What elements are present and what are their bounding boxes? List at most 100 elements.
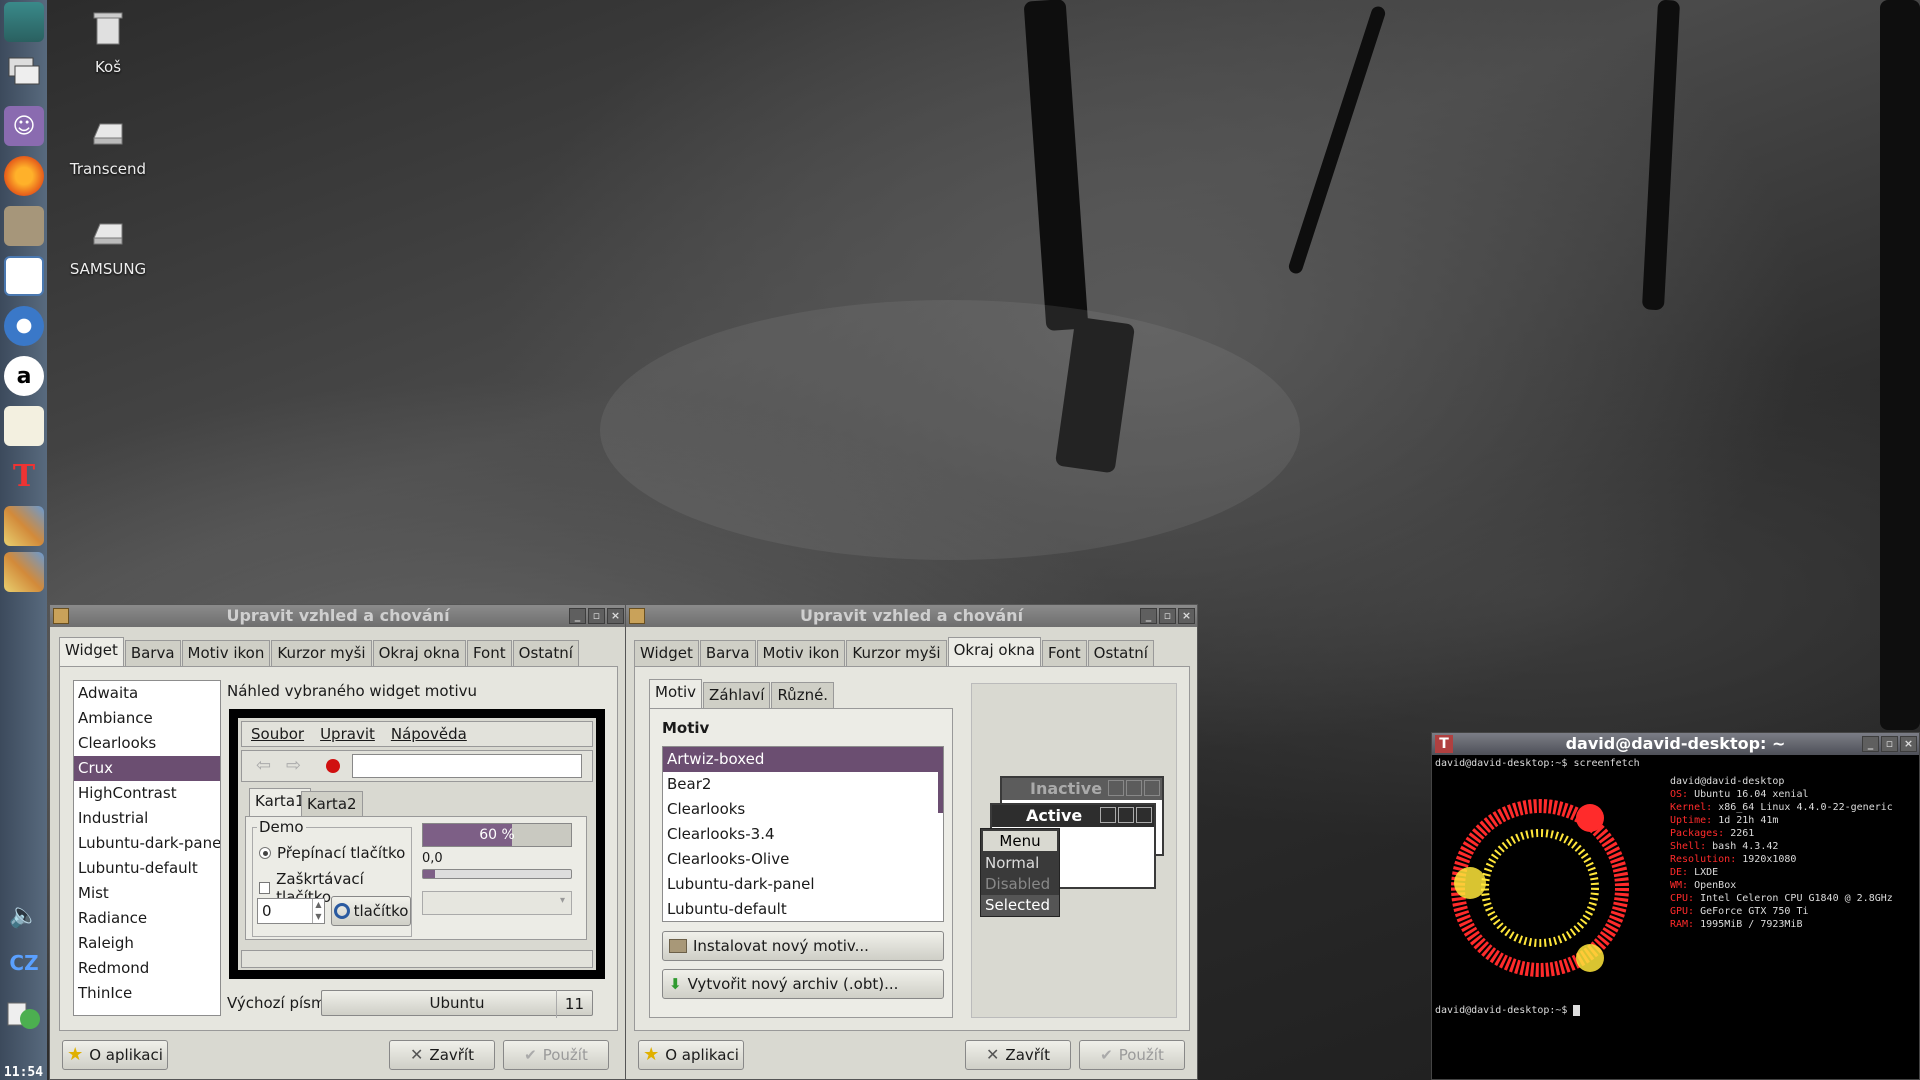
- network-icon[interactable]: [4, 995, 44, 1035]
- windows-icon[interactable]: [4, 52, 44, 92]
- palette-icon[interactable]: [4, 506, 44, 546]
- info-row: OS: Ubuntu 16.04 xenial: [1670, 789, 1809, 800]
- list-item[interactable]: Lubuntu-default: [74, 856, 220, 881]
- apply-button[interactable]: ✔ Použít: [503, 1040, 609, 1070]
- back-icon[interactable]: ⇦: [256, 755, 271, 776]
- record-icon[interactable]: [326, 759, 340, 773]
- desktop-item-trash[interactable]: Koš: [53, 8, 163, 76]
- scrollbar[interactable]: [938, 747, 943, 813]
- terminal-window: T david@david-desktop: ~ _ ▫ × david@dav…: [1431, 732, 1920, 1080]
- pidgin-icon[interactable]: ☺: [4, 106, 44, 146]
- texmaker-icon[interactable]: T: [4, 456, 44, 496]
- subtab-ruzne[interactable]: Různé.: [771, 682, 835, 708]
- list-item[interactable]: Lubuntu-dark-panel: [74, 831, 220, 856]
- list-item-selected[interactable]: Artwiz-boxed: [663, 747, 943, 772]
- close-icon[interactable]: ×: [1178, 608, 1195, 624]
- close-button[interactable]: ✕ Zavřít: [389, 1040, 495, 1070]
- wm-theme-list[interactable]: Artwiz-boxed Bear2 Clearlooks Clearlooks…: [662, 746, 944, 922]
- tab-okraj-okna[interactable]: Okraj okna: [947, 637, 1041, 666]
- tab-barva[interactable]: Barva: [699, 640, 756, 666]
- list-item[interactable]: Clearlooks: [74, 731, 220, 756]
- subtab-zahlavi[interactable]: Záhlaví: [703, 682, 771, 708]
- menu-upravit[interactable]: Upravit: [320, 722, 375, 746]
- desktop-item-transcend[interactable]: Transcend: [53, 110, 163, 178]
- list-item[interactable]: Clearlooks-3.4: [663, 822, 943, 847]
- desktop-item-label: Transcend: [69, 160, 147, 178]
- tab-kurzor-mysi[interactable]: Kurzor myši: [846, 640, 947, 666]
- create-archive-button[interactable]: ⬇ Vytvořit nový archiv (.obt)...: [662, 969, 944, 999]
- tab-widget[interactable]: Widget: [59, 637, 124, 666]
- desktop-item-samsung[interactable]: SAMSUNG: [53, 210, 163, 278]
- terminal-content[interactable]: david@david-desktop:~$ screenfetch david…: [1432, 755, 1919, 1079]
- close-icon[interactable]: ×: [1900, 736, 1917, 752]
- title-bar[interactable]: T david@david-desktop: ~ _ ▫ ×: [1432, 733, 1919, 755]
- tab-font[interactable]: Font: [1041, 640, 1087, 666]
- firefox-icon[interactable]: [4, 156, 44, 196]
- minimize-button[interactable]: _: [569, 608, 586, 624]
- scale-slider[interactable]: [422, 869, 572, 879]
- tab-widget[interactable]: Widget: [634, 640, 699, 666]
- menu-title: Menu: [983, 831, 1057, 851]
- list-item[interactable]: Raleigh: [74, 931, 220, 956]
- minimize-button[interactable]: _: [1140, 608, 1157, 624]
- maximize-button[interactable]: ▫: [1159, 608, 1176, 624]
- title-bar[interactable]: Upravit vzhled a chování _ ▫ ×: [626, 605, 1197, 627]
- tab-font[interactable]: Font: [466, 640, 512, 666]
- minimize-button[interactable]: _: [1862, 736, 1879, 752]
- preview-entry[interactable]: [352, 754, 582, 778]
- list-item[interactable]: Redmond: [74, 956, 220, 981]
- amazon-icon[interactable]: a: [4, 356, 44, 396]
- preview-button[interactable]: tlačítko: [331, 896, 411, 926]
- text-editor-icon[interactable]: [4, 406, 44, 446]
- close-icon[interactable]: ×: [607, 608, 624, 624]
- combo-box[interactable]: ▾: [422, 891, 572, 915]
- tab-kurzor-mysi[interactable]: Kurzor myši: [271, 640, 372, 666]
- list-item[interactable]: Clearlooks: [663, 797, 943, 822]
- list-item[interactable]: Lubuntu-dark-panel: [663, 872, 943, 897]
- window-title: david@david-desktop: ~: [1565, 734, 1786, 753]
- tab-barva[interactable]: Barva: [124, 640, 181, 666]
- close-button[interactable]: ✕ Zavřít: [965, 1040, 1071, 1070]
- tab-motiv-ikon[interactable]: Motiv ikon: [181, 640, 271, 666]
- list-item[interactable]: Industrial: [74, 806, 220, 831]
- menu-napoveda[interactable]: Nápověda: [391, 722, 467, 746]
- list-item-selected[interactable]: Crux: [74, 756, 220, 781]
- spin-button[interactable]: 0 ▲ ▼: [257, 898, 325, 924]
- install-theme-button[interactable]: Instalovat nový motiv...: [662, 931, 944, 961]
- preview-tab-karta2[interactable]: Karta2: [301, 791, 363, 817]
- chromium-icon[interactable]: [4, 306, 44, 346]
- apply-button[interactable]: ✔ Použít: [1079, 1040, 1185, 1070]
- tab-ostatni[interactable]: Ostatní: [1087, 640, 1154, 666]
- title-bar[interactable]: Upravit vzhled a chování _ ▫ ×: [50, 605, 626, 627]
- keyboard-layout-icon[interactable]: CZ: [4, 943, 44, 983]
- window-icon[interactable]: [4, 256, 44, 296]
- list-item[interactable]: Mist: [74, 881, 220, 906]
- list-item[interactable]: Bear2: [663, 772, 943, 797]
- tab-ostatni[interactable]: Ostatní: [512, 640, 579, 666]
- list-item[interactable]: Lubuntu-default: [663, 897, 943, 921]
- list-item[interactable]: HighContrast: [74, 781, 220, 806]
- list-item[interactable]: Adwaita: [74, 681, 220, 706]
- maximize-button[interactable]: ▫: [1881, 736, 1898, 752]
- menu-soubor[interactable]: Soubor: [251, 722, 304, 746]
- list-item[interactable]: Radiance: [74, 906, 220, 931]
- desktop-icon[interactable]: [4, 2, 44, 42]
- palette-icon[interactable]: [4, 552, 44, 592]
- forward-icon[interactable]: ⇨: [286, 755, 301, 776]
- about-button[interactable]: ★ O aplikaci: [638, 1040, 744, 1070]
- about-button[interactable]: ★ O aplikaci: [62, 1040, 168, 1070]
- default-font-button[interactable]: Ubuntu 11: [321, 990, 593, 1018]
- list-item[interactable]: Clearlooks-Olive: [663, 847, 943, 872]
- radio-button[interactable]: Přepínací tlačítko: [259, 844, 405, 862]
- folder-icon[interactable]: [4, 206, 44, 246]
- list-item[interactable]: Ambiance: [74, 706, 220, 731]
- clock[interactable]: 11:54: [0, 1065, 47, 1080]
- tab-okraj-okna[interactable]: Okraj okna: [372, 640, 466, 666]
- widget-theme-list[interactable]: Adwaita Ambiance Clearlooks Crux HighCon…: [73, 680, 221, 1016]
- maximize-button[interactable]: ▫: [588, 608, 605, 624]
- tab-motiv-ikon[interactable]: Motiv ikon: [756, 640, 846, 666]
- volume-icon[interactable]: 🔈: [4, 895, 44, 935]
- subtab-motiv[interactable]: Motiv: [649, 679, 703, 708]
- list-item[interactable]: ThinIce: [74, 981, 220, 1006]
- info-row: Kernel: x86_64 Linux 4.4.0-22-generic: [1670, 802, 1893, 813]
